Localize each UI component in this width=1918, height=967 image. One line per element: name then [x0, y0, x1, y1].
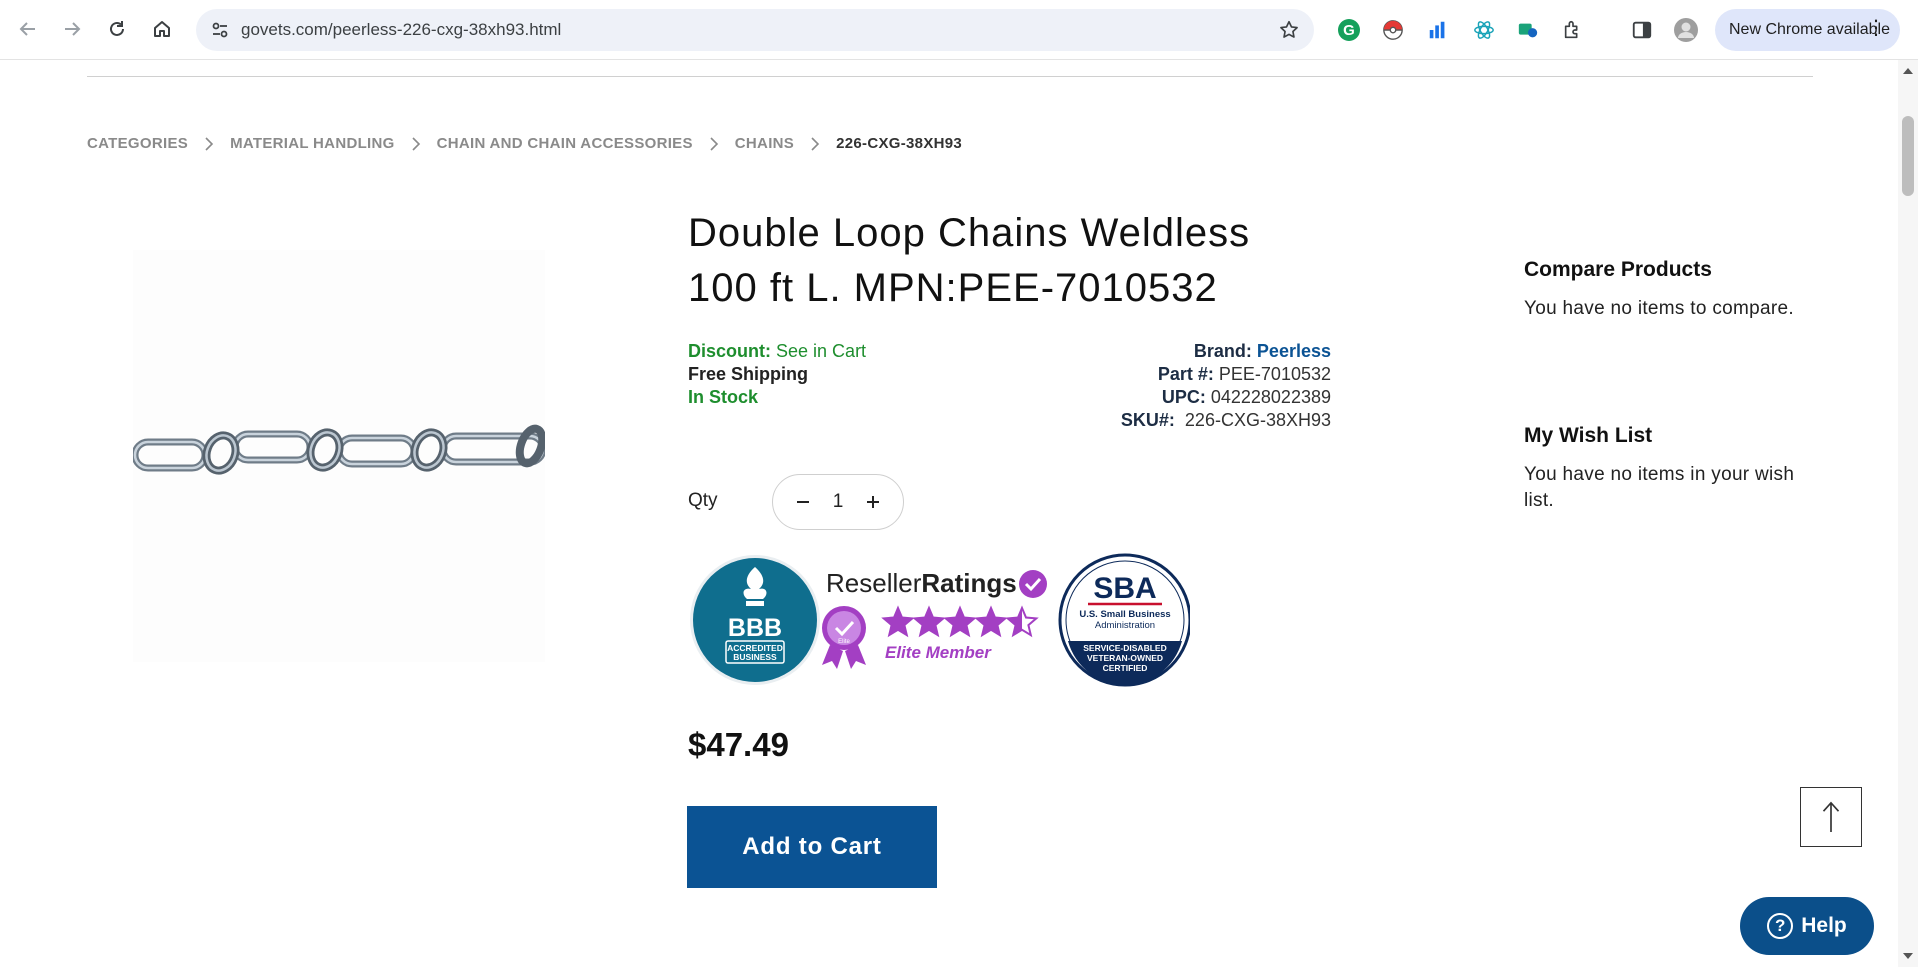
- star-icon: [945, 608, 975, 636]
- breadcrumb-material-handling[interactable]: MATERIAL HANDLING: [230, 135, 395, 152]
- profile-avatar[interactable]: [1673, 17, 1699, 43]
- reload-icon[interactable]: [102, 14, 132, 44]
- url-text[interactable]: govets.com/peerless-226-cxg-38xh93.html: [241, 20, 561, 40]
- add-to-cart-button[interactable]: Add to Cart: [687, 806, 937, 888]
- product-info-right: Brand: Peerless Part #: PEE-7010532 UPC:…: [1121, 340, 1331, 432]
- compare-title: Compare Products: [1524, 258, 1712, 281]
- star-icon: [976, 608, 1006, 636]
- stock-status: In Stock: [688, 387, 759, 407]
- rr-ribbon-text: Elite: [838, 639, 850, 645]
- chain-image: [131, 424, 547, 475]
- discount-label: Discount:: [688, 341, 771, 361]
- atom-extension-icon[interactable]: [1471, 17, 1497, 43]
- bbb-business-text: BUSINESS: [733, 652, 777, 662]
- site-settings-icon[interactable]: [210, 20, 230, 40]
- header-divider: [87, 76, 1813, 77]
- discount-row: Discount: See in Cart: [688, 340, 866, 363]
- rr-brand-prefix: Reseller: [826, 568, 922, 598]
- chevron-right-icon: [204, 136, 214, 151]
- address-bar[interactable]: govets.com/peerless-226-cxg-38xh93.html: [196, 9, 1314, 51]
- chevron-right-icon: [810, 136, 820, 151]
- elite-ribbon-icon: Elite: [822, 606, 866, 669]
- extensions-puzzle-icon[interactable]: [1560, 17, 1586, 43]
- side-panel-icon[interactable]: [1629, 17, 1655, 43]
- breadcrumb-categories[interactable]: CATEGORIES: [87, 135, 188, 152]
- plus-icon[interactable]: [861, 490, 885, 514]
- arrow-up-icon: [1822, 801, 1840, 832]
- discount-value: See in Cart: [776, 341, 867, 361]
- image-extension-icon[interactable]: [1515, 17, 1541, 43]
- rr-member-text: Elite Member: [885, 643, 992, 662]
- scroll-up-arrow-icon[interactable]: [1903, 68, 1913, 74]
- product-title: Double Loop Chains Weldless 100 ft L. MP…: [688, 211, 1251, 310]
- wishlist-title: My Wish List: [1524, 424, 1653, 447]
- brand-link[interactable]: Peerless: [1257, 341, 1331, 361]
- upc-label: UPC:: [1161, 387, 1206, 407]
- part-label: Part #:: [1157, 364, 1214, 384]
- sba-cert1: SERVICE-DISABLED: [1083, 643, 1166, 653]
- shipping-text: Free Shipping: [688, 364, 809, 384]
- more-menu-icon[interactable]: ⋮: [1866, 18, 1886, 38]
- wishlist-empty-text: You have no items in your wish list.: [1524, 464, 1795, 511]
- sku-label: SKU#:: [1120, 410, 1175, 430]
- qty-label: Qty: [688, 490, 718, 511]
- sba-line2: Administration: [1095, 620, 1155, 631]
- new-chrome-available-button[interactable]: New Chrome available ⋮: [1715, 9, 1900, 51]
- breadcrumb-current: 226-CXG-38XH93: [836, 135, 963, 152]
- scroll-to-top-button[interactable]: [1800, 787, 1862, 847]
- sba-logo-text: SBA: [1093, 572, 1156, 605]
- svg-text:ResellerRatings: ResellerRatings: [826, 568, 1017, 598]
- star-icon: [914, 608, 944, 636]
- product-info-left: Discount: See in Cart Free Shipping In S…: [688, 340, 866, 409]
- sba-badge[interactable]: SBA U.S. Small Business Administration S…: [1058, 553, 1192, 687]
- home-icon[interactable]: [147, 14, 177, 44]
- bookmark-star-icon[interactable]: [1278, 19, 1300, 41]
- help-button[interactable]: ? Help: [1740, 897, 1874, 955]
- compare-empty-text: You have no items to compare.: [1524, 298, 1794, 319]
- rating-stars: [881, 605, 1039, 638]
- chevron-right-icon: [709, 136, 719, 151]
- browser-toolbar: govets.com/peerless-226-cxg-38xh93.html …: [0, 0, 1918, 60]
- part-value: PEE-7010532: [1218, 364, 1331, 384]
- scroll-down-arrow-icon[interactable]: [1903, 953, 1913, 959]
- star-icon: [883, 608, 913, 636]
- minus-icon[interactable]: [791, 490, 815, 514]
- bbb-badge[interactable]: BBB ACCREDITED BUSINESS: [690, 555, 820, 685]
- help-label: Help: [1801, 914, 1847, 937]
- breadcrumb-chain-accessories[interactable]: CHAIN AND CHAIN ACCESSORIES: [437, 135, 693, 152]
- breadcrumb-chains[interactable]: CHAINS: [735, 135, 794, 152]
- forward-icon[interactable]: [57, 14, 87, 44]
- sba-cert3: CERTIFIED: [1103, 663, 1148, 673]
- resellerratings-badge[interactable]: ResellerRatings Elite Elite Member: [822, 568, 1047, 669]
- compare-products-block: Compare Products You have no items to co…: [1524, 258, 1804, 322]
- back-icon[interactable]: [13, 14, 43, 44]
- question-icon: ?: [1767, 913, 1794, 939]
- chevron-right-icon: [411, 136, 421, 151]
- upc-value: 042228022389: [1210, 387, 1331, 407]
- quantity-stepper: 1: [772, 474, 904, 530]
- verified-check-icon: [1019, 570, 1047, 598]
- breadcrumb: CATEGORIES MATERIAL HANDLING CHAIN AND C…: [87, 135, 962, 152]
- svg-text:G: G: [1343, 22, 1355, 39]
- product-price: $47.49: [688, 726, 789, 763]
- grammarly-extension-icon[interactable]: G: [1336, 17, 1362, 43]
- pokeball-extension-icon[interactable]: [1380, 17, 1406, 43]
- chart-extension-icon[interactable]: [1425, 17, 1451, 43]
- brand-label: Brand:: [1193, 341, 1252, 361]
- scrollbar-thumb[interactable]: [1902, 116, 1914, 196]
- qty-value[interactable]: 1: [833, 491, 844, 513]
- rr-brand-suffix: Ratings: [921, 568, 1016, 598]
- bbb-text: BBB: [728, 614, 782, 642]
- wishlist-block: My Wish List You have no items in your w…: [1524, 424, 1804, 514]
- sba-cert2: VETERAN-OWNED: [1087, 653, 1163, 663]
- sba-line1: U.S. Small Business: [1079, 609, 1170, 620]
- trust-badges: BBB ACCREDITED BUSINESS ResellerRatings …: [690, 553, 1192, 688]
- page-scrollbar[interactable]: [1898, 60, 1918, 967]
- product-image[interactable]: [131, 250, 547, 662]
- sku-value: 226-CXG-38XH93: [1184, 410, 1331, 430]
